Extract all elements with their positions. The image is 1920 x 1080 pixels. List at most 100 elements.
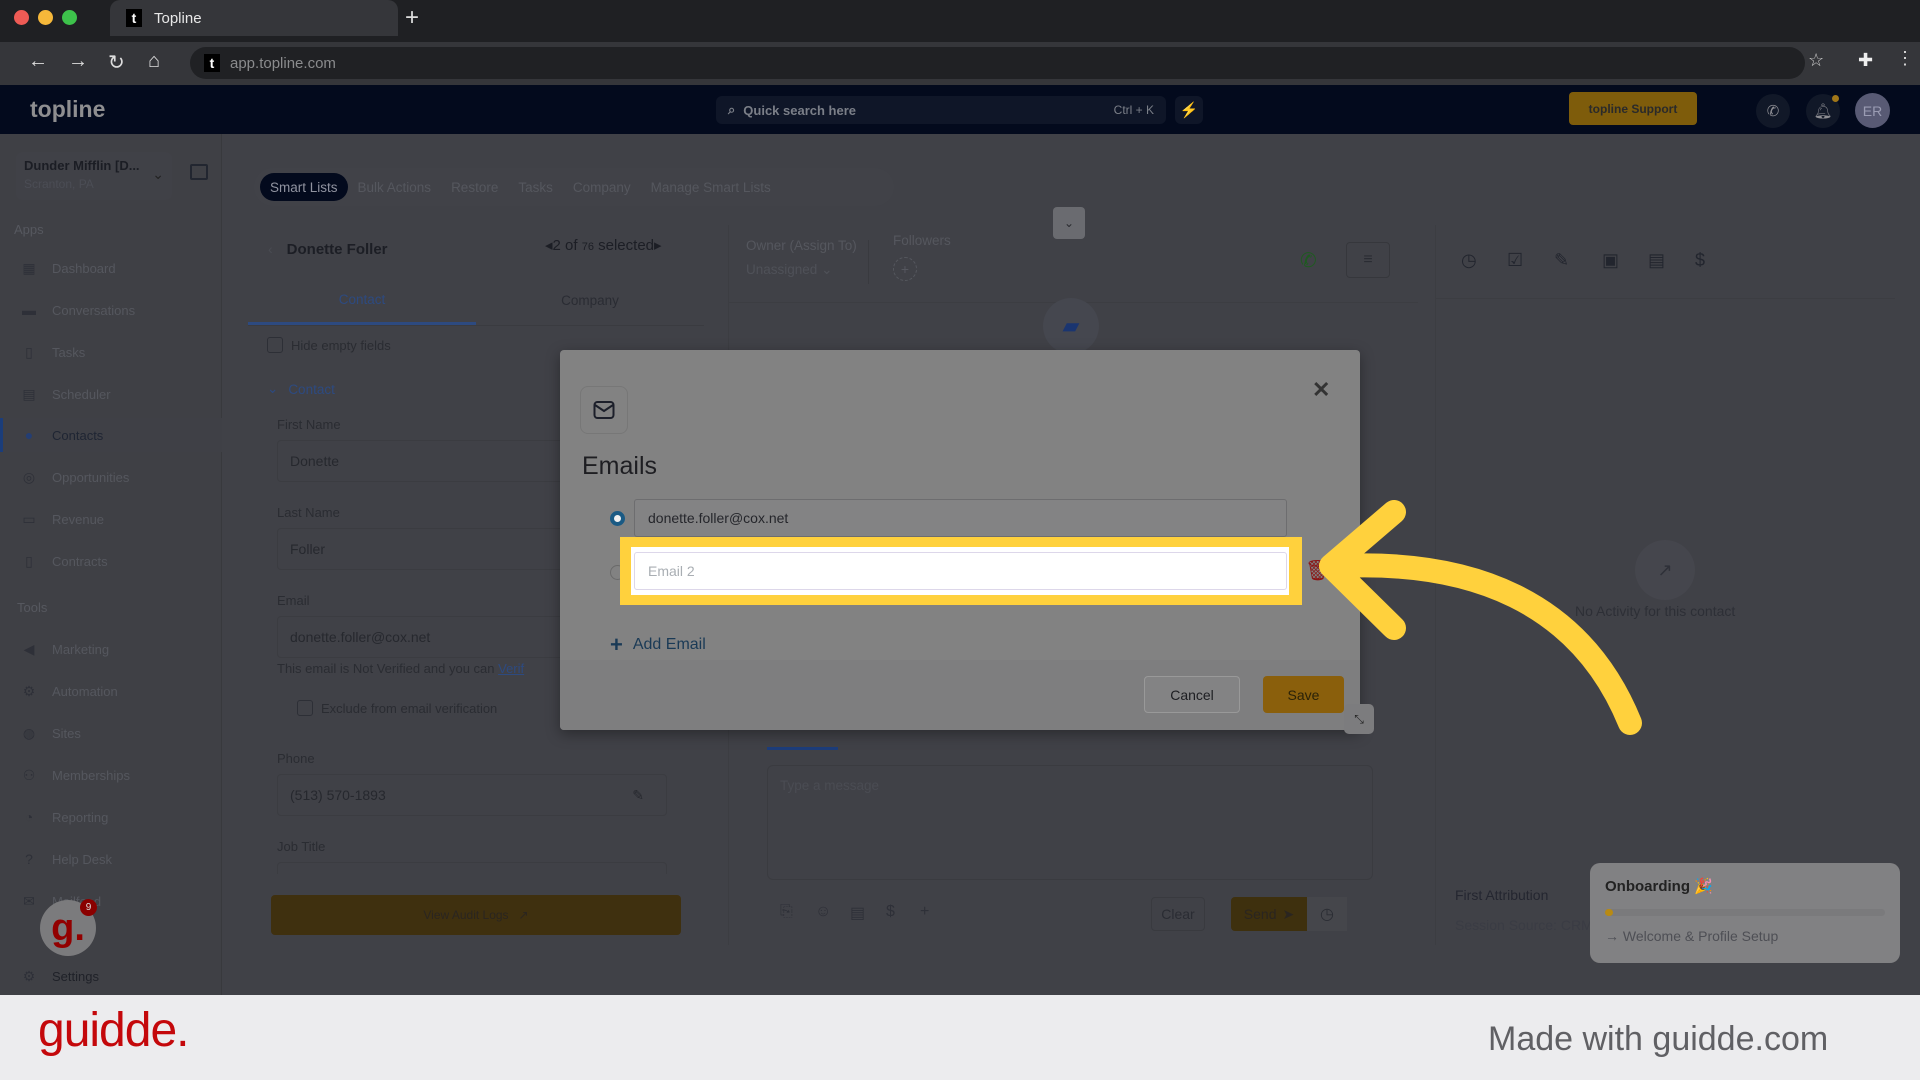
sidebar-item-automation[interactable]: ⚙ Automation [0,674,222,708]
attachment-icon[interactable]: ⎘ [780,903,793,921]
cancel-button[interactable]: Cancel [1144,676,1240,713]
home-icon[interactable]: ⌂ [148,50,160,73]
phone-icon[interactable]: ✆ [1756,94,1790,128]
owner-select[interactable]: Unassigned ⌄ [746,262,832,278]
user-avatar[interactable]: ER [1855,93,1890,128]
sidebar-item-help-desk[interactable]: ? Help Desk [0,842,222,876]
filter-icon[interactable]: ≡ [1346,242,1390,278]
gear-icon: ⚙ [22,967,36,984]
minimize-arrows-icon[interactable]: ⤡ [1344,704,1374,734]
verify-link[interactable]: Verif [498,661,524,676]
back-arrow-icon[interactable]: ← [28,50,48,73]
tab-manage-smart-lists[interactable]: Manage Smart Lists [641,173,781,201]
reload-icon[interactable]: ↻ [108,50,125,75]
task-icon: ▯ [25,343,33,360]
appointment-calendar-icon[interactable]: ▣ [1602,250,1619,271]
tab-bulk-actions[interactable]: Bulk Actions [348,173,442,201]
quick-search-input[interactable]: ⌕ Quick search here Ctrl + K [716,96,1166,124]
send-button[interactable]: Send ➤ [1231,897,1307,931]
browser-menu-icon[interactable]: ⋮ [1896,48,1914,69]
trash-icon[interactable]: 🗑︎ [1305,558,1330,583]
sidebar-item-contacts[interactable]: ● Contacts [0,418,222,452]
last-name-label: Last Name [277,505,340,520]
add-follower-button[interactable]: + [893,257,917,281]
sidebar-item-tasks[interactable]: ▯ Tasks [0,335,222,369]
exclude-verification-toggle[interactable]: Exclude from email verification [297,700,497,716]
pager-total: 76 [581,241,594,253]
close-icon[interactable]: ✕ [1312,377,1330,403]
view-audit-logs-button[interactable]: View Audit Logs ↗ [271,895,681,935]
contact-section-toggle[interactable]: ⌄ Contact [267,381,335,397]
calendar-icon: ▤ [22,385,36,402]
sidebar-item-sites[interactable]: ◍ Sites [0,716,222,750]
pencil-icon[interactable]: ✎ [632,787,644,804]
sidebar-item-contracts[interactable]: ▯ Contracts [0,544,222,578]
phone-field[interactable]: (513) 570-1893 ✎ [277,774,667,816]
bookmark-star-icon[interactable]: ☆ [1808,50,1824,71]
email-2-input[interactable] [634,552,1287,590]
extensions-puzzle-icon[interactable]: ✚ [1858,50,1873,71]
primary-email-radio[interactable] [610,511,625,526]
call-phone-icon[interactable]: ✆ [1300,248,1317,273]
window-close-button[interactable] [14,10,29,25]
collapse-header-button[interactable]: ⌄ [1053,207,1085,239]
sidebar-item-mailfeed[interactable]: ✉Mailfeed [0,884,222,918]
support-button[interactable]: topline Support [1569,92,1697,125]
address-bar[interactable]: t app.topline.com [190,47,1805,79]
hide-empty-checkbox[interactable] [267,337,283,353]
sidebar-item-opportunities[interactable]: ◎ Opportunities [0,460,222,494]
tab-contact[interactable]: Contact [248,276,476,325]
sidebar-item-scheduler[interactable]: ▤ Scheduler [0,377,222,411]
add-email-button[interactable]: + Add Email [610,632,706,658]
sidebar-item-dashboard[interactable]: ▦ Dashboard [0,251,222,285]
schedule-send-icon[interactable]: ◷ [1307,897,1347,931]
tab-company-info[interactable]: Company [476,276,704,325]
sidebar-item-revenue[interactable]: ▭ Revenue [0,502,222,536]
sidebar-item-conversations[interactable]: ▬ Conversations [0,293,222,327]
task-checkbox-icon[interactable]: ☑ [1507,250,1523,271]
job-title-field[interactable] [277,862,667,874]
new-tab-button[interactable]: + [405,4,419,32]
message-input[interactable]: Type a message [767,765,1373,880]
collapse-sidebar-icon[interactable] [190,164,208,180]
tab-company[interactable]: Company [563,173,641,201]
exclude-verification-label: Exclude from email verification [321,700,498,716]
sidebar-item-label: Scheduler [52,386,111,402]
document-icon[interactable]: ▤ [1648,250,1665,271]
more-plus-icon[interactable]: + [920,903,929,921]
sidebar-item-settings[interactable]: ⚙ Settings [0,959,222,993]
topline-logo[interactable]: topline [30,96,105,123]
no-activity-text: No Activity for this contact [1575,603,1736,619]
save-button[interactable]: Save [1263,676,1344,713]
emoji-icon[interactable]: ☺ [815,903,831,921]
tab-tasks[interactable]: Tasks [508,173,563,201]
tab-restore[interactable]: Restore [441,173,508,201]
activity-history-icon[interactable]: ◷ [1461,250,1477,271]
prev-record-icon[interactable]: ◂ [545,237,553,254]
window-minimize-button[interactable] [38,10,53,25]
note-pencil-icon[interactable]: ✎ [1554,250,1569,271]
email-1-input[interactable]: donette.foller@cox.net [634,499,1287,537]
clear-button[interactable]: Clear [1151,897,1205,931]
lightning-bolt-icon[interactable]: ⚡ [1175,96,1203,124]
sidebar-item-marketing[interactable]: ◀ Marketing [0,632,222,666]
sidebar-item-reporting[interactable]: ◔ Reporting [0,800,222,834]
payment-dollar-icon[interactable]: $ [1695,250,1705,271]
browser-tab[interactable]: t Topline [110,0,398,36]
payment-dollar-icon[interactable]: $ [886,903,895,921]
external-link-icon: ↗ [518,908,529,922]
template-document-icon[interactable]: ▤ [850,903,865,923]
onboarding-widget[interactable]: Onboarding 🎉 → Welcome & Profile Setup [1590,863,1900,963]
document-icon: ▯ [25,552,33,569]
megaphone-icon: ◀ [23,640,35,657]
next-record-icon[interactable]: ▸ [654,237,662,254]
tab-smart-lists[interactable]: Smart Lists [260,173,348,201]
sidebar-item-memberships[interactable]: ⚇ Memberships [0,758,222,792]
hide-empty-toggle[interactable]: Hide empty fields [267,337,391,353]
forward-arrow-icon[interactable]: → [68,50,88,73]
account-switcher[interactable]: Dunder Mifflin [D... Scranton, PA ⌄ [16,152,172,200]
exclude-verification-checkbox[interactable] [297,700,313,716]
onboarding-step[interactable]: → Welcome & Profile Setup [1605,928,1885,944]
back-chevron-icon[interactable]: ‹ [268,241,273,257]
window-maximize-button[interactable] [62,10,77,25]
